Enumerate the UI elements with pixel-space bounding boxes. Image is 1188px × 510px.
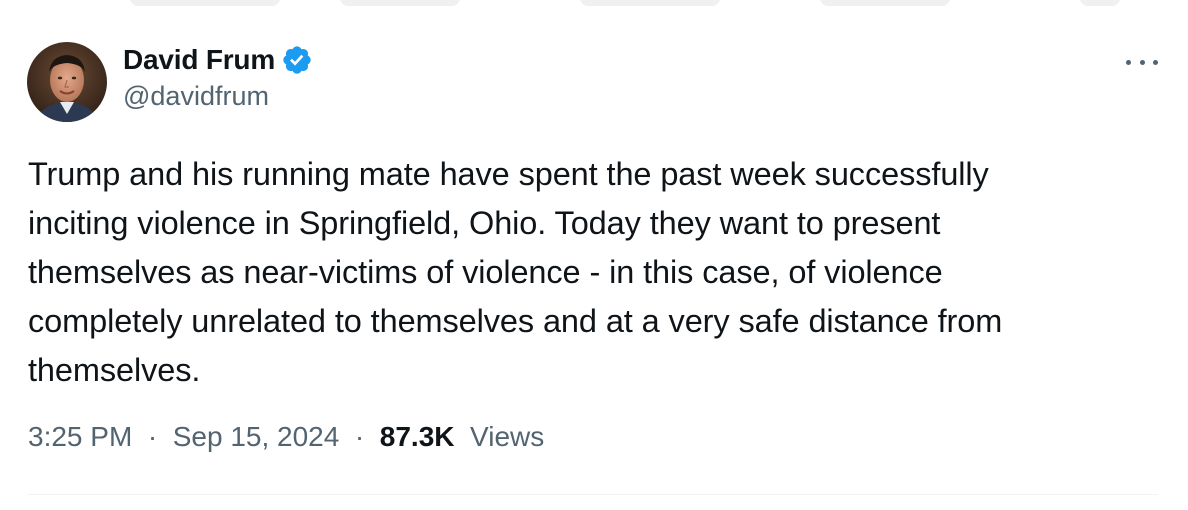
tweet-text-line: themselves as near-victims of violence -… bbox=[28, 254, 943, 290]
more-options-icon[interactable] bbox=[1126, 50, 1158, 74]
tweet-meta: 3:25 PM · Sep 15, 2024 · 87.3K Views bbox=[28, 421, 544, 453]
author-handle[interactable]: @davidfrum bbox=[123, 81, 313, 112]
verified-badge-icon[interactable] bbox=[281, 44, 313, 76]
meta-separator: · bbox=[140, 421, 165, 452]
tweet-text-line: themselves. bbox=[28, 352, 201, 388]
author-display-name[interactable]: David Frum bbox=[123, 44, 275, 76]
meta-separator: · bbox=[347, 421, 372, 452]
tweet-text-line: completely unrelated to themselves and a… bbox=[28, 303, 1003, 339]
divider bbox=[28, 494, 1158, 495]
tweet-text-line: inciting violence in Springfield, Ohio. … bbox=[28, 205, 941, 241]
tweet-text: Trump and his running mate have spent th… bbox=[28, 150, 1148, 395]
views-count[interactable]: 87.3K bbox=[380, 421, 455, 452]
tweet-time[interactable]: 3:25 PM bbox=[28, 421, 132, 452]
views-label: Views bbox=[462, 421, 545, 452]
tweet-date[interactable]: Sep 15, 2024 bbox=[173, 421, 340, 452]
tweet-card: David Frum @davidfrum Trump and his runn… bbox=[0, 0, 1188, 510]
avatar[interactable] bbox=[27, 42, 107, 122]
tweet-text-line: Trump and his running mate have spent th… bbox=[28, 156, 989, 192]
author-name-row: David Frum bbox=[123, 42, 313, 78]
author-block: David Frum @davidfrum bbox=[123, 42, 313, 112]
